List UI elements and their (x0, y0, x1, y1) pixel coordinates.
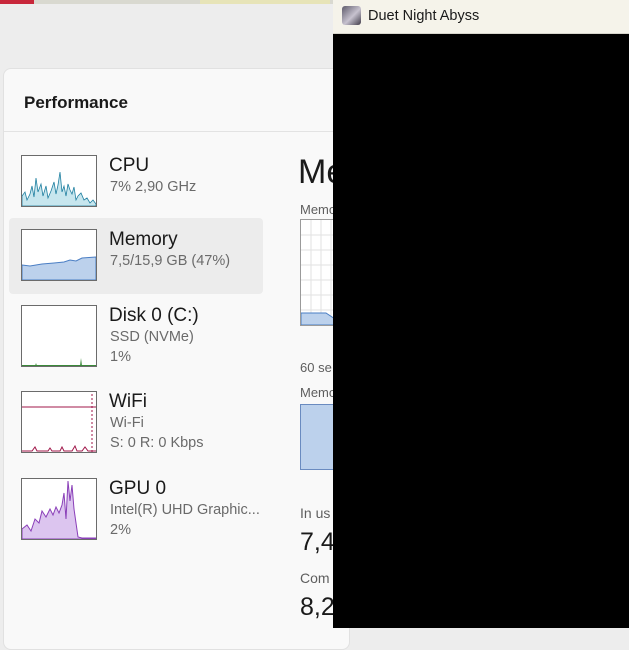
memory-mini-graph (21, 229, 97, 281)
time-axis-label: 60 se (300, 360, 332, 375)
perf-item-memory-detail: 7,5/15,9 GB (47%) (110, 253, 231, 269)
wallpaper-yellow-accent (200, 0, 330, 4)
perf-item-disk[interactable]: Disk 0 (C:) SSD (NVMe) 1% (9, 295, 263, 371)
cpu-mini-graph (21, 155, 97, 207)
perf-item-disk-type: SSD (NVMe) (110, 329, 194, 345)
in-use-label: In us (300, 505, 331, 521)
game-app-icon (342, 6, 361, 25)
perf-item-gpu-name: GPU 0 (109, 478, 167, 499)
memory-composition-label: Memo (300, 385, 337, 400)
page-title: Performance (24, 93, 128, 112)
committed-label: Com (300, 570, 330, 586)
perf-item-gpu-model: Intel(R) UHD Graphic... (110, 502, 260, 518)
gpu-mini-graph (21, 478, 97, 540)
perf-item-wifi[interactable]: WiFi Wi-Fi S: 0 R: 0 Kbps (9, 381, 263, 457)
perf-item-gpu-usage: 2% (110, 522, 131, 538)
perf-item-wifi-adapter: Wi-Fi (110, 415, 144, 431)
memory-usage-label: Memo (300, 202, 337, 217)
game-window-title: Duet Night Abyss (368, 8, 480, 24)
perf-item-cpu-detail: 7% 2,90 GHz (110, 179, 197, 195)
perf-item-disk-name: Disk 0 (C:) (109, 305, 199, 326)
wallpaper-red-accent (0, 0, 34, 4)
wifi-mini-graph (21, 391, 97, 453)
perf-item-cpu[interactable]: CPU 7% 2,90 GHz (9, 145, 263, 221)
disk-mini-graph (21, 305, 97, 367)
perf-item-wifi-throughput: S: 0 R: 0 Kbps (110, 435, 204, 451)
game-window-titlebar[interactable]: Duet Night Abyss (333, 0, 629, 34)
perf-item-memory-name: Memory (109, 229, 178, 250)
perf-item-cpu-name: CPU (109, 155, 150, 176)
perf-item-disk-usage: 1% (110, 349, 131, 365)
game-window[interactable]: Duet Night Abyss (333, 0, 629, 628)
perf-item-wifi-name: WiFi (109, 391, 147, 412)
perf-item-gpu[interactable]: GPU 0 Intel(R) UHD Graphic... 2% (9, 468, 263, 544)
header-divider (4, 131, 349, 132)
task-manager-performance-panel: Performance CPU 7% 2,90 GHz Memory 7,5/1… (3, 68, 350, 650)
perf-item-memory[interactable]: Memory 7,5/15,9 GB (47%) (9, 218, 263, 294)
in-use-value: 7,4 (300, 528, 335, 556)
